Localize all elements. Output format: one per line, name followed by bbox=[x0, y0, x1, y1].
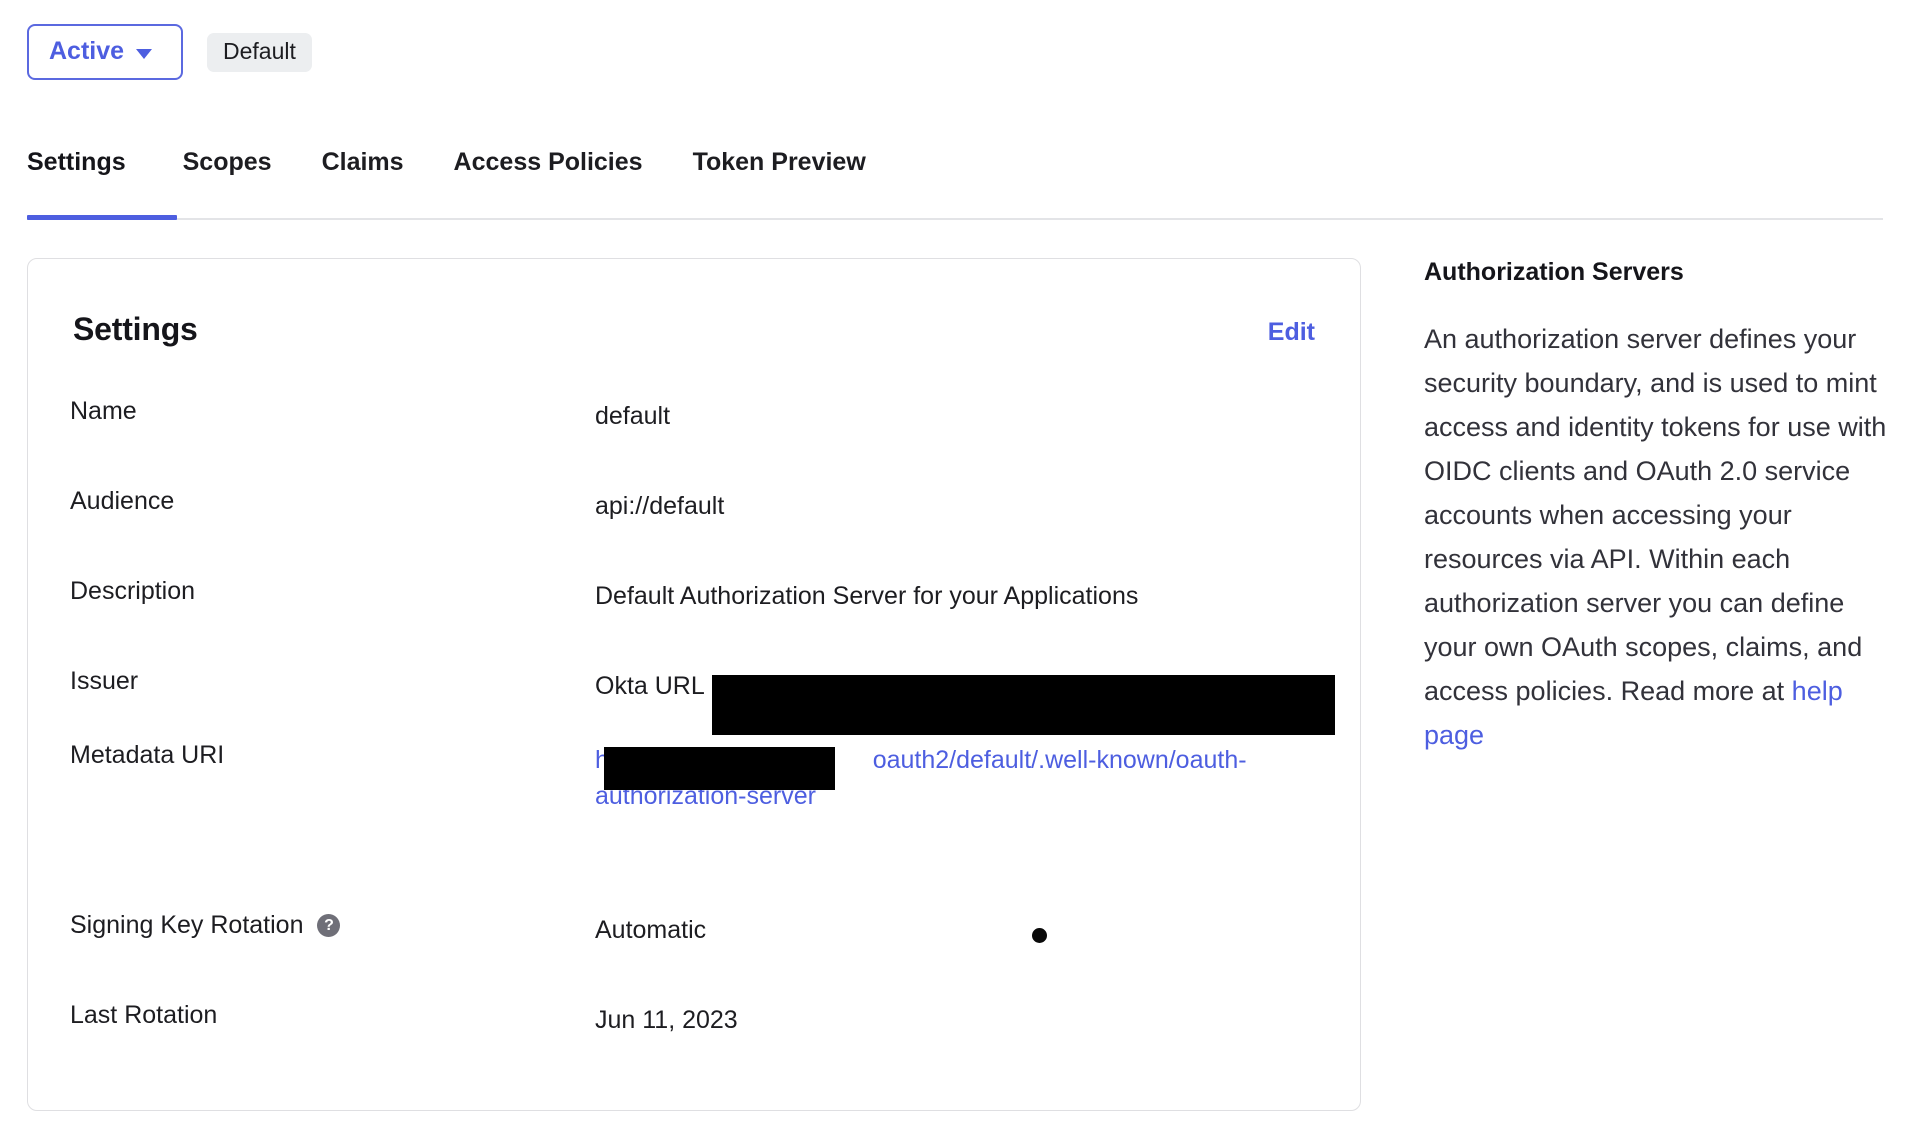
row-label: Issuer bbox=[70, 667, 139, 695]
row-label: Last Rotation bbox=[70, 1001, 218, 1029]
row-value: default bbox=[595, 402, 671, 430]
tab-scopes[interactable]: Scopes bbox=[158, 148, 297, 199]
tab-active-indicator bbox=[27, 215, 177, 220]
status-dropdown-label: Active bbox=[49, 37, 125, 65]
page-title: Settings bbox=[73, 311, 198, 347]
row-value: Automatic bbox=[595, 916, 707, 944]
row-label: Signing Key Rotation ? bbox=[70, 911, 595, 940]
redaction-bar-issuer bbox=[712, 675, 1335, 735]
row-value: Jun 11, 2023 bbox=[595, 1006, 738, 1034]
chevron-down-icon bbox=[136, 48, 153, 59]
info-panel: Authorization Servers An authorization s… bbox=[1424, 258, 1904, 757]
tab-access-policies[interactable]: Access Policies bbox=[429, 148, 668, 199]
row-label: Audience bbox=[70, 487, 175, 515]
tab-claims[interactable]: Claims bbox=[297, 148, 429, 199]
table-row-last-rotation: Last Rotation Jun 11, 2023 bbox=[70, 1001, 1340, 1038]
info-panel-body: An authorization server defines your sec… bbox=[1424, 317, 1904, 757]
tab-token-preview[interactable]: Token Preview bbox=[668, 148, 891, 199]
row-label: Description bbox=[70, 577, 196, 605]
row-label-text: Signing Key Rotation bbox=[70, 911, 304, 939]
info-panel-text: An authorization server defines your sec… bbox=[1424, 324, 1887, 706]
status-bar: Active Default bbox=[27, 24, 312, 80]
status-dropdown[interactable]: Active bbox=[27, 24, 183, 80]
table-row-name: Name default bbox=[70, 397, 1340, 434]
default-badge: Default bbox=[207, 32, 312, 72]
row-label: Metadata URI bbox=[70, 741, 225, 769]
table-row-audience: Audience api://default bbox=[70, 487, 1340, 524]
row-value: Default Authorization Server for your Ap… bbox=[595, 582, 1139, 610]
cursor-dot bbox=[1032, 928, 1047, 943]
authorization-server-settings-page: Active Default Settings Scopes Claims Ac… bbox=[0, 0, 1908, 1138]
question-mark-icon[interactable]: ? bbox=[317, 914, 341, 938]
settings-card-header: Settings Edit bbox=[73, 311, 1315, 348]
tab-settings[interactable]: Settings bbox=[27, 148, 158, 199]
tab-bar-divider bbox=[27, 218, 1883, 220]
redaction-bar-metadata-uri bbox=[604, 747, 835, 790]
edit-button[interactable]: Edit bbox=[1268, 318, 1315, 347]
row-label: Name bbox=[70, 397, 137, 425]
table-row-signing-key-rotation: Signing Key Rotation ? Automatic bbox=[70, 911, 1340, 948]
row-value: api://default bbox=[595, 492, 725, 520]
tab-bar: Settings Scopes Claims Access Policies T… bbox=[27, 148, 1883, 199]
info-panel-title: Authorization Servers bbox=[1424, 258, 1684, 286]
table-row-description: Description Default Authorization Server… bbox=[70, 577, 1340, 614]
